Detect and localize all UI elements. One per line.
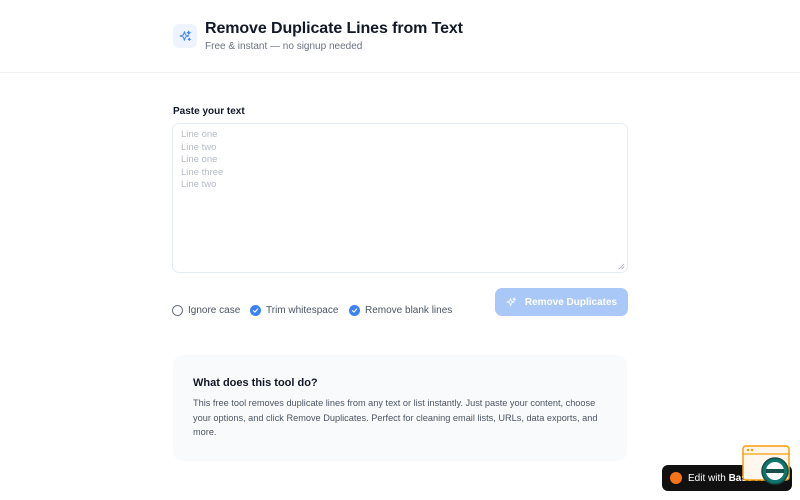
page-subtitle: Free & instant — no signup needed bbox=[205, 41, 363, 52]
ignore-case-label: Ignore case bbox=[188, 304, 241, 316]
floating-assistant-icon[interactable] bbox=[742, 445, 790, 489]
resize-handle-icon[interactable] bbox=[618, 263, 625, 270]
text-input[interactable]: Line one Line two Line one Line three Li… bbox=[172, 123, 628, 273]
ignore-case-checkbox[interactable] bbox=[172, 304, 183, 316]
info-title: What does this tool do? bbox=[193, 377, 318, 389]
checkmark-icon bbox=[252, 307, 259, 313]
checkmark-icon bbox=[351, 307, 358, 313]
remove-duplicates-label: Remove Duplicates bbox=[524, 296, 618, 308]
remove-blank-lines-checkbox[interactable] bbox=[349, 304, 360, 316]
option-ignore-case[interactable]: Ignore case bbox=[172, 303, 240, 317]
option-trim-whitespace[interactable]: Trim whitespace bbox=[250, 303, 338, 317]
trim-whitespace-checkbox[interactable] bbox=[250, 304, 261, 316]
sparkles-icon bbox=[506, 297, 516, 306]
option-remove-blank-lines[interactable]: Remove blank lines bbox=[349, 303, 452, 317]
page-header: Remove Duplicate Lines from Text Free & … bbox=[0, 0, 800, 73]
info-body: This free tool removes duplicate lines f… bbox=[193, 398, 598, 437]
app-logo bbox=[173, 24, 197, 48]
badge-prefix: Edit with bbox=[688, 472, 726, 484]
remove-blank-lines-label: Remove blank lines bbox=[365, 304, 453, 316]
remove-duplicates-button[interactable]: Remove Duplicates bbox=[495, 288, 628, 316]
sparkles-icon bbox=[179, 30, 191, 41]
base44-logo-icon bbox=[670, 472, 682, 484]
page-title: Remove Duplicate Lines from Text bbox=[205, 20, 463, 37]
trim-whitespace-label: Trim whitespace bbox=[266, 304, 339, 316]
text-input-placeholder: Line one Line two Line one Line three Li… bbox=[181, 129, 224, 190]
text-input-label: Paste your text bbox=[173, 106, 245, 117]
info-card: What does this tool do? This free tool r… bbox=[173, 355, 627, 461]
